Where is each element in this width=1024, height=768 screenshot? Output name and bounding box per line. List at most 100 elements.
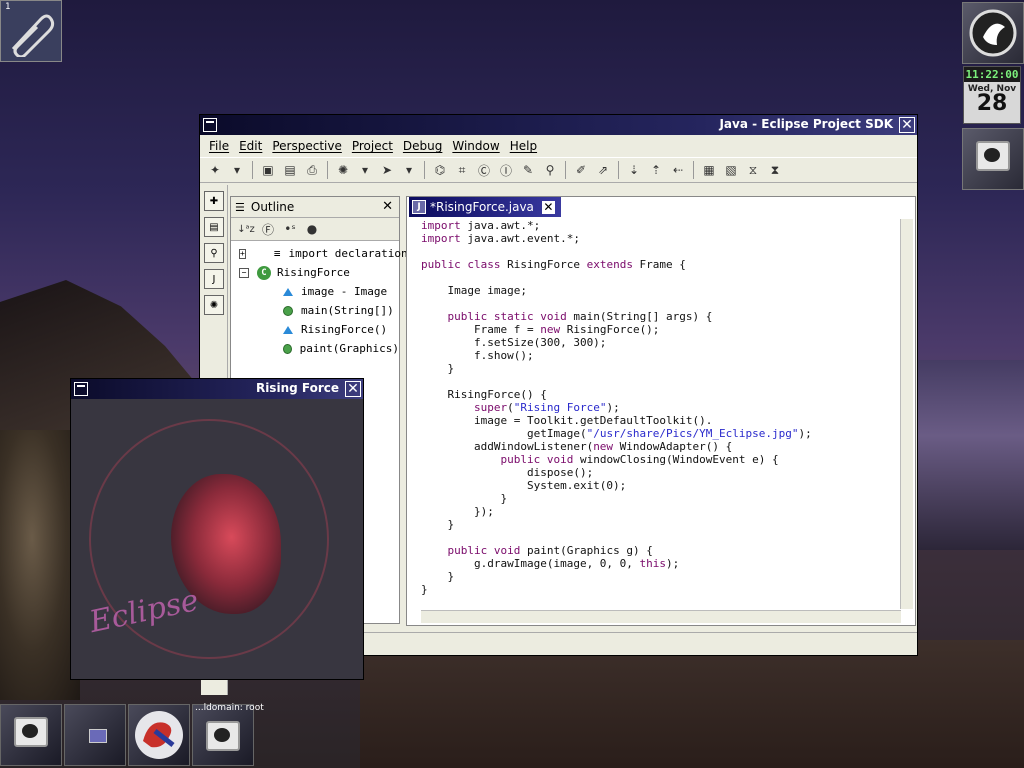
save-all-icon[interactable]: ▤ [281, 161, 299, 179]
tree-item-method[interactable]: main(String[]) [231, 301, 399, 320]
toggle-view-icon[interactable]: ▧ [722, 161, 740, 179]
collapse-icon[interactable]: − [239, 267, 249, 278]
monitor-icon [206, 721, 240, 751]
open-type-icon[interactable]: ⌬ [431, 161, 449, 179]
source-code[interactable]: import java.awt.*; import java.awt.event… [421, 219, 812, 596]
dock-monitor-tile[interactable] [962, 128, 1024, 190]
sort-alpha-icon[interactable]: ↓ᵃz [237, 220, 255, 238]
new-interface-icon[interactable]: Ⓘ [497, 161, 515, 179]
save-icon[interactable]: ▣ [259, 161, 277, 179]
tree-item-label: RisingForce() [301, 323, 388, 336]
horizontal-scrollbar[interactable] [421, 610, 901, 623]
previous-annotation-icon[interactable]: ⇡ [647, 161, 665, 179]
editor-tab[interactable]: J *RisingForce.java ✕ [409, 197, 561, 217]
vertical-scrollbar[interactable] [900, 219, 913, 609]
tree-item-field[interactable]: image - Image [231, 282, 399, 301]
hide-nonpublic-icon[interactable]: ● [303, 220, 321, 238]
tree-item-label: paint(Graphics) [299, 342, 399, 355]
new-class-icon[interactable]: Ⓒ [475, 161, 493, 179]
menu-edit[interactable]: Edit [239, 139, 262, 153]
menu-perspective[interactable]: Perspective [272, 139, 342, 153]
print-icon[interactable]: ⎙ [303, 161, 321, 179]
close-icon[interactable]: ✕ [541, 200, 555, 214]
clock-widget: 11:22:00 Wed, Nov 28 [963, 66, 1021, 124]
close-icon[interactable]: ✕ [899, 117, 915, 133]
dropdown-arrow-icon[interactable]: ▾ [228, 161, 246, 179]
menu-project[interactable]: Project [352, 139, 393, 153]
tree-item-class[interactable]: − C RisingForce [231, 263, 399, 282]
breakpoint-icon[interactable]: ⧖ [744, 161, 762, 179]
taskbar-tile-app[interactable] [64, 704, 126, 766]
outline-toolbar: ↓ᵃz Ⓕ •ˢ ● [231, 218, 399, 241]
taskbar-tile-label: ...ldomain: root [195, 703, 264, 713]
perspective-java-icon[interactable]: J [204, 269, 224, 289]
menu-window[interactable]: Window [452, 139, 499, 153]
new-scrapbook-icon[interactable]: ✎ [519, 161, 537, 179]
search-icon[interactable]: ⚲ [541, 161, 559, 179]
skip-breakpoints-icon[interactable]: ⧗ [766, 161, 784, 179]
eclipse-title: Java - Eclipse Project SDK [719, 117, 893, 131]
monitor-icon [14, 717, 48, 747]
toolbar-separator [565, 161, 566, 179]
tree-item-method[interactable]: paint(Graphics) [231, 339, 399, 358]
toolbar-separator [693, 161, 694, 179]
next-annotation-icon[interactable]: ⇣ [625, 161, 643, 179]
run-icon[interactable]: ➤ [378, 161, 396, 179]
tree-item-label: import declarations [288, 247, 415, 260]
perspective-open-icon[interactable]: ✚ [204, 191, 224, 211]
viewer-titlebar[interactable]: Rising Force ✕ [71, 379, 363, 399]
menu-help[interactable]: Help [510, 139, 537, 153]
background-rock [0, 430, 80, 700]
outline-title: Outline [250, 200, 295, 214]
toolbar-separator [618, 161, 619, 179]
eclipse-titlebar[interactable]: Java - Eclipse Project SDK ✕ [200, 115, 917, 135]
window-menu-icon[interactable] [203, 118, 217, 132]
editor-tab-label: *RisingForce.java [430, 200, 534, 214]
toolbar-separator [327, 161, 328, 179]
app-icon [89, 729, 107, 743]
menu-debug[interactable]: Debug [403, 139, 442, 153]
background-sea [915, 360, 1024, 550]
window-menu-icon[interactable] [74, 382, 88, 396]
taskbar-tile-monitor[interactable] [0, 704, 62, 766]
monitor-icon [976, 141, 1010, 171]
close-icon[interactable]: ✕ [345, 381, 361, 397]
close-icon[interactable]: ✕ [382, 199, 393, 214]
rising-force-window[interactable]: Rising Force ✕ Eclipse [70, 378, 364, 680]
tree-item-label: RisingForce [277, 266, 350, 279]
open-editor-icon[interactable]: ⇗ [594, 161, 612, 179]
expand-icon[interactable]: + [239, 248, 246, 259]
dropdown-arrow-icon[interactable]: ▾ [400, 161, 418, 179]
show-source-icon[interactable]: ▦ [700, 161, 718, 179]
new-package-icon[interactable]: ⌗ [453, 161, 471, 179]
last-edit-icon[interactable]: ⇠ [669, 161, 687, 179]
java-editor[interactable]: J *RisingForce.java ✕ import java.awt.*;… [406, 196, 916, 626]
tree-item-label: image - Image [301, 285, 388, 298]
viewer-title: Rising Force [255, 381, 339, 395]
clock-day: 28 [976, 91, 1008, 116]
tree-item-constructor[interactable]: RisingForce() [231, 320, 399, 339]
background-ground [360, 640, 1024, 768]
dock-app-tile[interactable] [962, 2, 1024, 64]
toolbar-separator [424, 161, 425, 179]
new-wizard-icon[interactable]: ✦ [206, 161, 224, 179]
pin-icon[interactable]: ✐ [572, 161, 590, 179]
taskbar-tile-terminal[interactable]: ...ldomain: root [192, 703, 264, 766]
paperclip-icon [11, 14, 55, 57]
desktop-pager[interactable]: 1 [0, 0, 62, 62]
taskbar-tile-gimp[interactable] [128, 704, 190, 766]
perspective-resource-icon[interactable]: ▤ [204, 217, 224, 237]
tree-item-imports[interactable]: + ≡ import declarations [231, 244, 414, 263]
perspective-debug-icon[interactable]: ✺ [204, 295, 224, 315]
outline-header: ☰ Outline ✕ [231, 197, 399, 218]
perspective-search-icon[interactable]: ⚲ [204, 243, 224, 263]
java-file-icon: J [412, 200, 426, 214]
dropdown-arrow-icon[interactable]: ▾ [356, 161, 374, 179]
field-icon [283, 287, 293, 296]
menu-file[interactable]: File [209, 139, 229, 153]
main-toolbar: ✦ ▾ ▣ ▤ ⎙ ✺ ▾ ➤ ▾ ⌬ ⌗ Ⓒ Ⓘ ✎ ⚲ ✐ ⇗ ⇣ ⇡ ⇠ … [200, 157, 917, 183]
hide-fields-icon[interactable]: Ⓕ [259, 220, 277, 238]
hide-static-icon[interactable]: •ˢ [281, 220, 299, 238]
debug-icon[interactable]: ✺ [334, 161, 352, 179]
tree-item-label: main(String[]) [301, 304, 394, 317]
